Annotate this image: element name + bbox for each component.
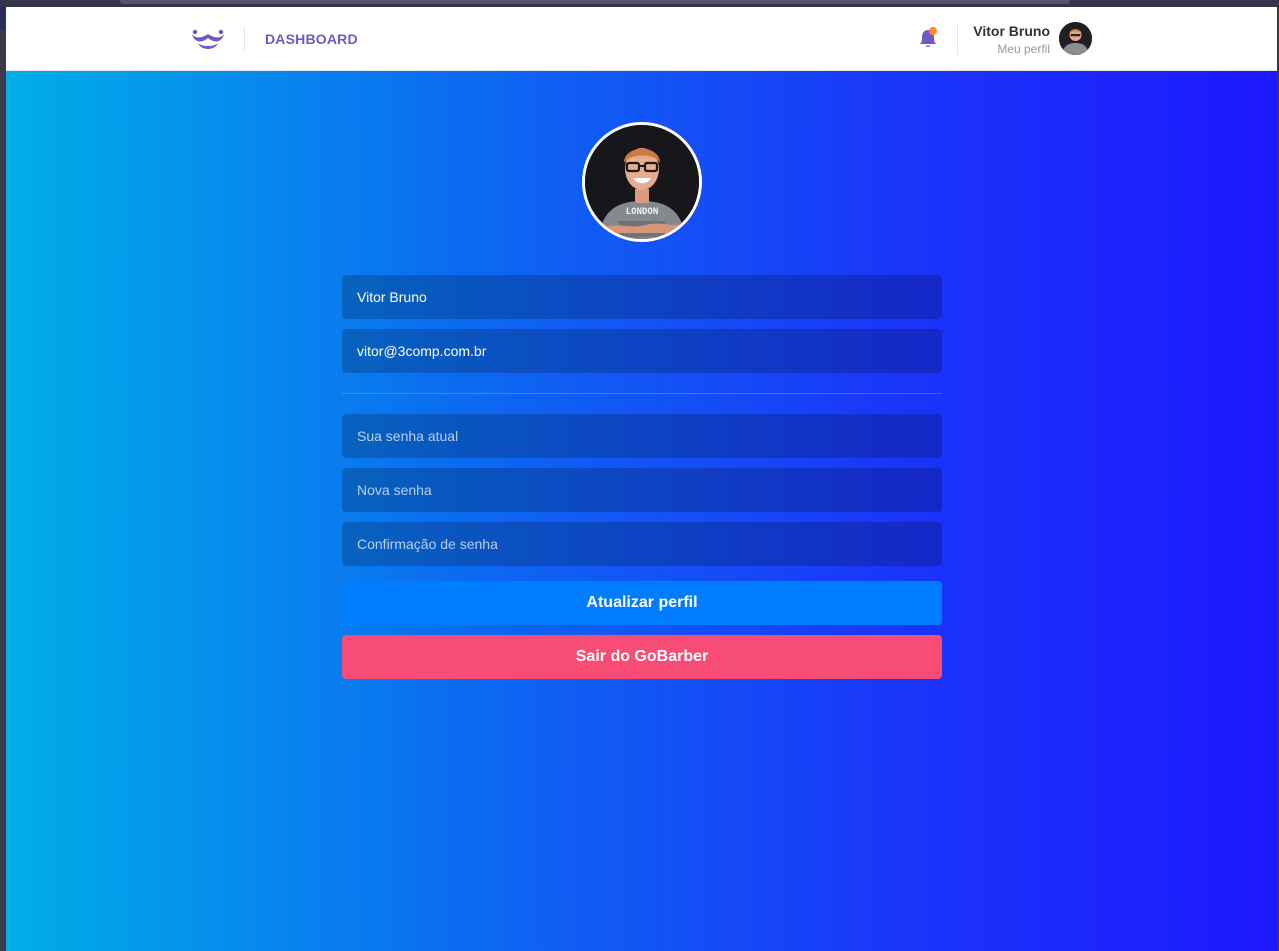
notification-badge xyxy=(929,27,937,35)
dashboard-link[interactable]: DASHBOARD xyxy=(265,31,358,47)
browser-top-bar xyxy=(0,0,1279,7)
form-divider xyxy=(342,393,942,394)
new-password-field[interactable] xyxy=(342,468,942,512)
browser-tab-strip xyxy=(120,0,1070,4)
update-profile-button[interactable]: Atualizar perfil xyxy=(342,581,942,625)
profile-name: Vitor Bruno xyxy=(973,23,1050,39)
svg-text:LONDON: LONDON xyxy=(626,207,659,217)
my-profile-link[interactable]: Meu perfil xyxy=(997,42,1050,56)
email-field[interactable] xyxy=(342,329,942,373)
confirm-password-field[interactable] xyxy=(342,522,942,566)
app: DASHBOARD Vitor Bruno Meu perfil LONDON … xyxy=(6,7,1277,951)
current-password-field[interactable] xyxy=(342,414,942,458)
top-nav: DASHBOARD Vitor Bruno Meu perfil xyxy=(6,7,1277,71)
profile-page: LONDON Atualizar perfil Sair do GoBarber xyxy=(6,71,1277,951)
avatar[interactable] xyxy=(1059,22,1092,55)
mustache-logo-icon[interactable] xyxy=(191,26,225,54)
profile-divider xyxy=(957,23,958,55)
profile-avatar[interactable]: LONDON xyxy=(582,122,702,242)
nav-divider xyxy=(244,27,245,51)
logout-button[interactable]: Sair do GoBarber xyxy=(342,635,942,679)
name-field[interactable] xyxy=(342,275,942,319)
